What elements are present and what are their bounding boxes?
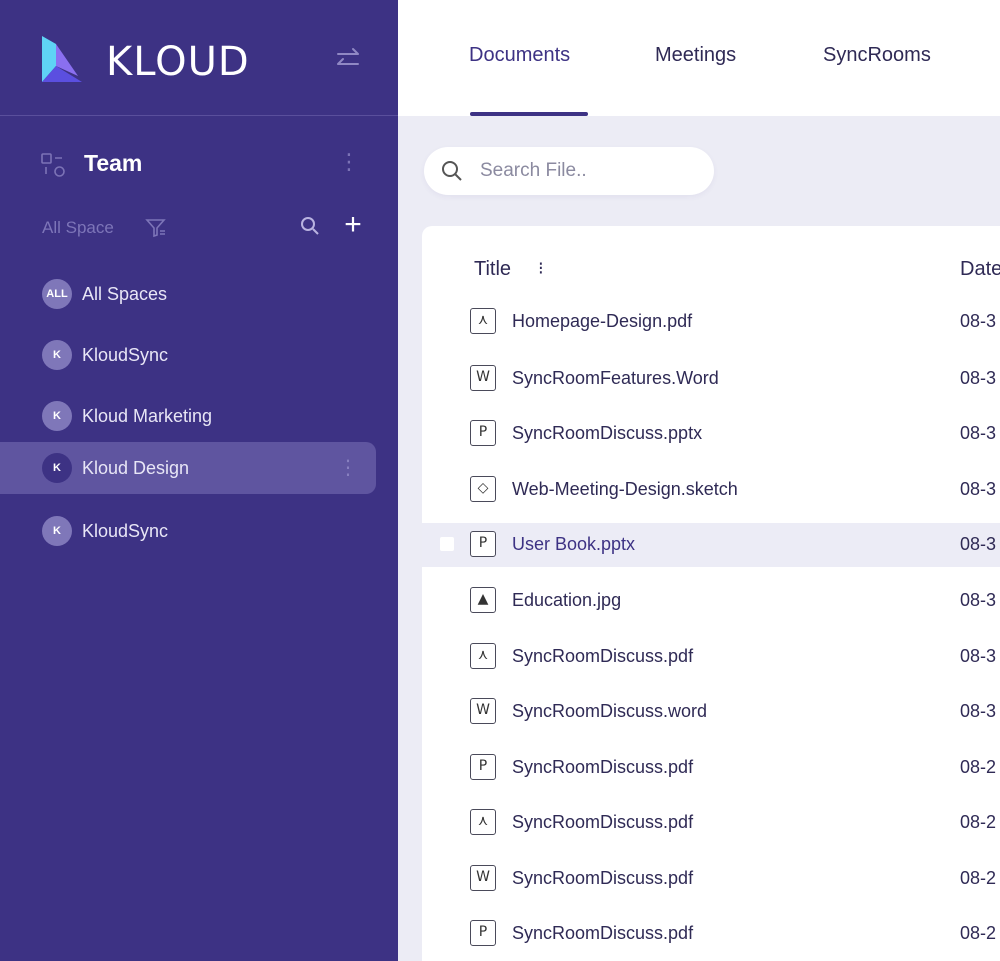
file-date: 08-2: [960, 757, 997, 777]
brand-header: KLOUD: [0, 0, 398, 116]
sidebar-item-label: Kloud Marketing: [82, 406, 213, 426]
table-row[interactable]: ⋏ SyncRoomDiscuss.pdf 08-2: [422, 801, 1000, 845]
ppt-icon: P: [470, 420, 496, 446]
file-date: 08-3: [960, 590, 997, 610]
tab-meetings[interactable]: Meetings: [655, 44, 736, 67]
file-name: SyncRoomDiscuss.pdf: [512, 868, 694, 888]
sidebar-item-kloud-design[interactable]: K Kloud Design ⋮: [0, 442, 398, 494]
table-row[interactable]: W SyncRoomDiscuss.word 08-3: [422, 690, 1000, 734]
word-icon: W: [470, 698, 496, 724]
filter-icon[interactable]: [144, 216, 168, 240]
sketch-icon: ◇: [470, 476, 496, 502]
file-name: Education.jpg: [512, 590, 622, 610]
space-toolbar: All Space +: [0, 208, 398, 248]
tab-bar: Documents Meetings SyncRooms: [398, 0, 1000, 116]
file-name: Homepage-Design.pdf: [512, 311, 693, 331]
ppt-icon: P: [470, 531, 496, 557]
search-icon: [442, 161, 462, 181]
file-date: 08-3: [960, 701, 997, 721]
brand-name: KLOUD: [106, 39, 250, 85]
file-name: SyncRoomDiscuss.pptx: [512, 423, 703, 443]
file-table: Title ⁝ Date ⋏ Homepage-Design.pdf 08-3 …: [422, 226, 1000, 961]
table-row[interactable]: W SyncRoomFeatures.Word 08-3: [422, 357, 1000, 401]
search-input[interactable]: [480, 157, 690, 185]
space-label: All Space: [42, 218, 114, 237]
file-date: 08-2: [960, 812, 997, 832]
item-more-icon[interactable]: ⋮: [338, 454, 358, 482]
table-row-selected[interactable]: P User Book.pptx 08-3: [422, 523, 1000, 567]
sidebar-item-kloudsync[interactable]: K KloudSync: [0, 329, 398, 381]
table-row[interactable]: P SyncRoomDiscuss.pptx 08-3: [422, 412, 1000, 456]
sidebar-item-label: KloudSync: [82, 345, 169, 365]
file-name: SyncRoomDiscuss.word: [512, 701, 708, 721]
sidebar-item-label: Kloud Design: [82, 458, 190, 478]
file-date: 08-3: [960, 368, 997, 388]
file-name: Web-Meeting-Design.sketch: [512, 479, 738, 499]
tab-syncrooms[interactable]: SyncRooms: [823, 44, 931, 67]
sidebar-search-icon[interactable]: [298, 214, 322, 238]
sidebar-item-label: All Spaces: [82, 284, 168, 304]
table-row[interactable]: ⋏ Homepage-Design.pdf 08-3: [422, 300, 1000, 344]
team-title: Team: [84, 150, 143, 176]
avatar: K: [42, 516, 72, 546]
word-icon: W: [470, 365, 496, 391]
avatar: ALL: [42, 279, 72, 309]
team-space-icon: [41, 153, 65, 177]
table-row[interactable]: ▲ Education.jpg 08-3: [422, 579, 1000, 623]
sidebar-item-kloudsync-2[interactable]: K KloudSync: [0, 505, 398, 557]
table-row[interactable]: W SyncRoomDiscuss.pdf 08-2: [422, 857, 1000, 901]
column-header-date[interactable]: Date: [960, 258, 1000, 281]
sidebar-item-all-spaces[interactable]: ALL All Spaces: [0, 268, 398, 320]
table-row[interactable]: P SyncRoomDiscuss.pdf 08-2: [422, 746, 1000, 790]
column-header-title[interactable]: Title: [474, 258, 511, 281]
file-name: User Book.pptx: [512, 534, 636, 554]
active-tab-indicator: [470, 112, 588, 116]
file-date: 08-3: [960, 423, 997, 443]
file-date: 08-3: [960, 479, 997, 499]
pdf-icon: ⋏: [470, 308, 496, 334]
table-row[interactable]: ⋏ SyncRoomDiscuss.pdf 08-3: [422, 635, 1000, 679]
file-name: SyncRoomDiscuss.pdf: [512, 812, 694, 832]
file-date: 08-3: [960, 311, 997, 331]
file-date: 08-2: [960, 868, 997, 888]
team-more-icon[interactable]: ⋮: [338, 148, 360, 176]
avatar: K: [42, 340, 72, 370]
file-date: 08-3: [960, 646, 997, 666]
ppt-icon: P: [470, 754, 496, 780]
table-row[interactable]: ◇ Web-Meeting-Design.sketch 08-3: [422, 468, 1000, 512]
ppt-icon: P: [470, 920, 496, 946]
image-icon: ▲: [470, 587, 496, 613]
tab-documents[interactable]: Documents: [469, 44, 570, 67]
pdf-icon: ⋏: [470, 809, 496, 835]
add-space-icon[interactable]: +: [340, 210, 366, 240]
row-checkbox[interactable]: [440, 537, 454, 551]
file-date: 08-3: [960, 534, 997, 554]
team-header: Team ⋮: [0, 140, 398, 188]
pdf-icon: ⋏: [470, 643, 496, 669]
file-name: SyncRoomDiscuss.pdf: [512, 757, 694, 777]
file-date: 08-2: [960, 923, 997, 943]
sidebar-item-label: KloudSync: [82, 521, 169, 541]
table-row[interactable]: P SyncRoomDiscuss.pdf 08-2: [422, 912, 1000, 956]
search-box: [424, 147, 714, 195]
kloud-logo-icon: [42, 36, 82, 82]
sidebar: KLOUD Team ⋮ All Space + ALL All Spaces …: [0, 0, 398, 961]
avatar: K: [42, 453, 72, 483]
word-icon: W: [470, 865, 496, 891]
sort-icon[interactable]: ⁝: [538, 258, 552, 280]
sidebar-item-kloud-marketing[interactable]: K Kloud Marketing: [0, 390, 398, 442]
swap-icon[interactable]: [334, 46, 362, 72]
file-name: SyncRoomFeatures.Word: [512, 368, 719, 388]
avatar: K: [42, 401, 72, 431]
file-name: SyncRoomDiscuss.pdf: [512, 923, 694, 943]
file-name: SyncRoomDiscuss.pdf: [512, 646, 694, 666]
